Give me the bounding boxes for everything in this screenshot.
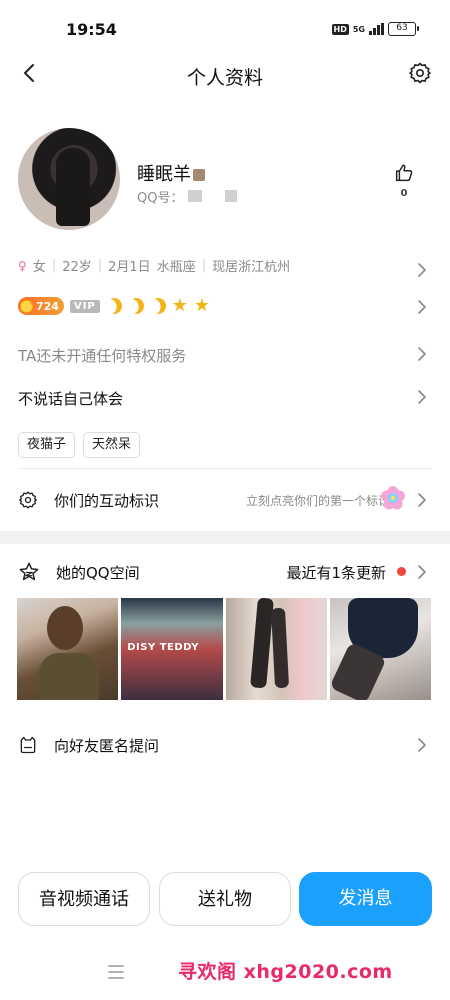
nav-bar: 个人资料 bbox=[0, 55, 450, 95]
qq-number-label: QQ号： bbox=[137, 191, 184, 206]
unread-dot bbox=[397, 567, 406, 576]
moon-icon bbox=[147, 295, 169, 317]
gender: 女 bbox=[32, 260, 46, 275]
tag-item[interactable]: 夜猫子 bbox=[18, 432, 76, 458]
qq-number-masked-2 bbox=[225, 190, 237, 202]
coin-icon bbox=[20, 299, 33, 313]
tag-list: 夜猫子 天然呆 bbox=[18, 432, 432, 458]
gear-icon[interactable] bbox=[408, 61, 432, 85]
qzone-photo[interactable] bbox=[17, 598, 119, 700]
basic-info-row[interactable]: ♀ 女 | 22岁 | 2月1日 水瓶座 | 现居浙江杭州 bbox=[18, 256, 432, 275]
tag-item[interactable]: 天然呆 bbox=[83, 432, 141, 458]
moon-icon bbox=[103, 295, 125, 317]
level-number: 724 bbox=[36, 299, 59, 313]
signature-row[interactable]: 不说话自己体会 bbox=[18, 388, 432, 409]
birthday: 2月1日 bbox=[108, 260, 151, 275]
flower-icon bbox=[381, 486, 405, 510]
star-icon: ★ bbox=[171, 295, 188, 316]
moon-icon bbox=[125, 295, 147, 317]
level-badge: 724 bbox=[18, 297, 64, 315]
female-icon: ♀ bbox=[18, 258, 27, 273]
chevron-right-icon[interactable] bbox=[416, 299, 428, 315]
hd-badge: HD bbox=[331, 23, 349, 35]
qzone-label: 她的QQ空间 bbox=[56, 563, 140, 582]
nickname: 睡眠羊 bbox=[137, 160, 205, 186]
badge-gear-icon bbox=[19, 491, 37, 509]
avatar[interactable] bbox=[18, 128, 120, 230]
send-gift-button[interactable]: 送礼物 bbox=[159, 872, 291, 926]
qzone-photo[interactable] bbox=[329, 598, 431, 700]
interaction-label: 你们的互动标识 bbox=[54, 491, 160, 510]
video-call-button[interactable]: 音视频通话 bbox=[18, 872, 150, 926]
send-message-button[interactable]: 发消息 bbox=[299, 872, 432, 926]
chevron-right-icon[interactable] bbox=[416, 564, 428, 580]
cat-box-icon bbox=[20, 736, 36, 754]
qzone-row[interactable]: 她的QQ空间 最近有1条更新 bbox=[18, 560, 432, 584]
signal-icon bbox=[369, 23, 384, 35]
zodiac: 水瓶座 bbox=[156, 260, 196, 275]
interaction-hint: 立刻点亮你们的第一个标识 bbox=[245, 494, 390, 508]
status-bar: 19:54 HD 5G 63 bbox=[0, 0, 450, 60]
photo-caption: DISY TEDDY bbox=[127, 642, 199, 653]
age: 22岁 bbox=[62, 260, 92, 275]
anonymous-question-row[interactable]: 向好友匿名提问 bbox=[18, 734, 432, 756]
qq-number-masked bbox=[188, 190, 202, 202]
badges-row[interactable]: 724 VIP ★ ★ bbox=[18, 297, 432, 315]
network-label: 5G bbox=[352, 24, 365, 34]
like-count: 0 bbox=[400, 188, 408, 199]
qzone-photo-strip: DISY TEDDY bbox=[17, 598, 431, 700]
chevron-right-icon[interactable] bbox=[416, 492, 428, 508]
like-button[interactable]: 0 bbox=[392, 162, 416, 199]
menu-icon[interactable] bbox=[107, 964, 125, 980]
nickname-text: 睡眠羊 bbox=[137, 164, 191, 185]
chevron-right-icon[interactable] bbox=[416, 389, 428, 405]
qzone-photo[interactable]: DISY TEDDY bbox=[121, 598, 223, 700]
nickname-badge-icon bbox=[193, 169, 205, 181]
status-icons: HD 5G 63 bbox=[331, 22, 419, 36]
watermark: 寻欢阁 xhg2020.com bbox=[178, 961, 393, 983]
status-time: 19:54 bbox=[66, 20, 117, 39]
anonymous-question-label: 向好友匿名提问 bbox=[54, 736, 160, 755]
page-title: 个人资料 bbox=[186, 67, 263, 89]
interaction-mark-row[interactable]: 你们的互动标识 立刻点亮你们的第一个标识 bbox=[18, 486, 432, 513]
qzone-photo[interactable] bbox=[225, 598, 327, 700]
battery-icon: 63 bbox=[388, 22, 419, 36]
vip-badge: VIP bbox=[69, 299, 100, 313]
thumbs-up-icon bbox=[395, 164, 413, 182]
section-separator bbox=[0, 531, 450, 544]
qzone-update-text: 最近有1条更新 bbox=[286, 564, 386, 582]
divider bbox=[18, 468, 432, 469]
location: 现居浙江杭州 bbox=[212, 260, 291, 275]
chevron-right-icon[interactable] bbox=[416, 262, 428, 278]
star-outline-icon bbox=[19, 562, 39, 581]
privilege-row[interactable]: TA还未开通任何特权服务 bbox=[18, 345, 432, 366]
chevron-right-icon[interactable] bbox=[416, 346, 428, 362]
star-icon: ★ bbox=[193, 295, 211, 316]
chevron-right-icon[interactable] bbox=[416, 737, 428, 753]
